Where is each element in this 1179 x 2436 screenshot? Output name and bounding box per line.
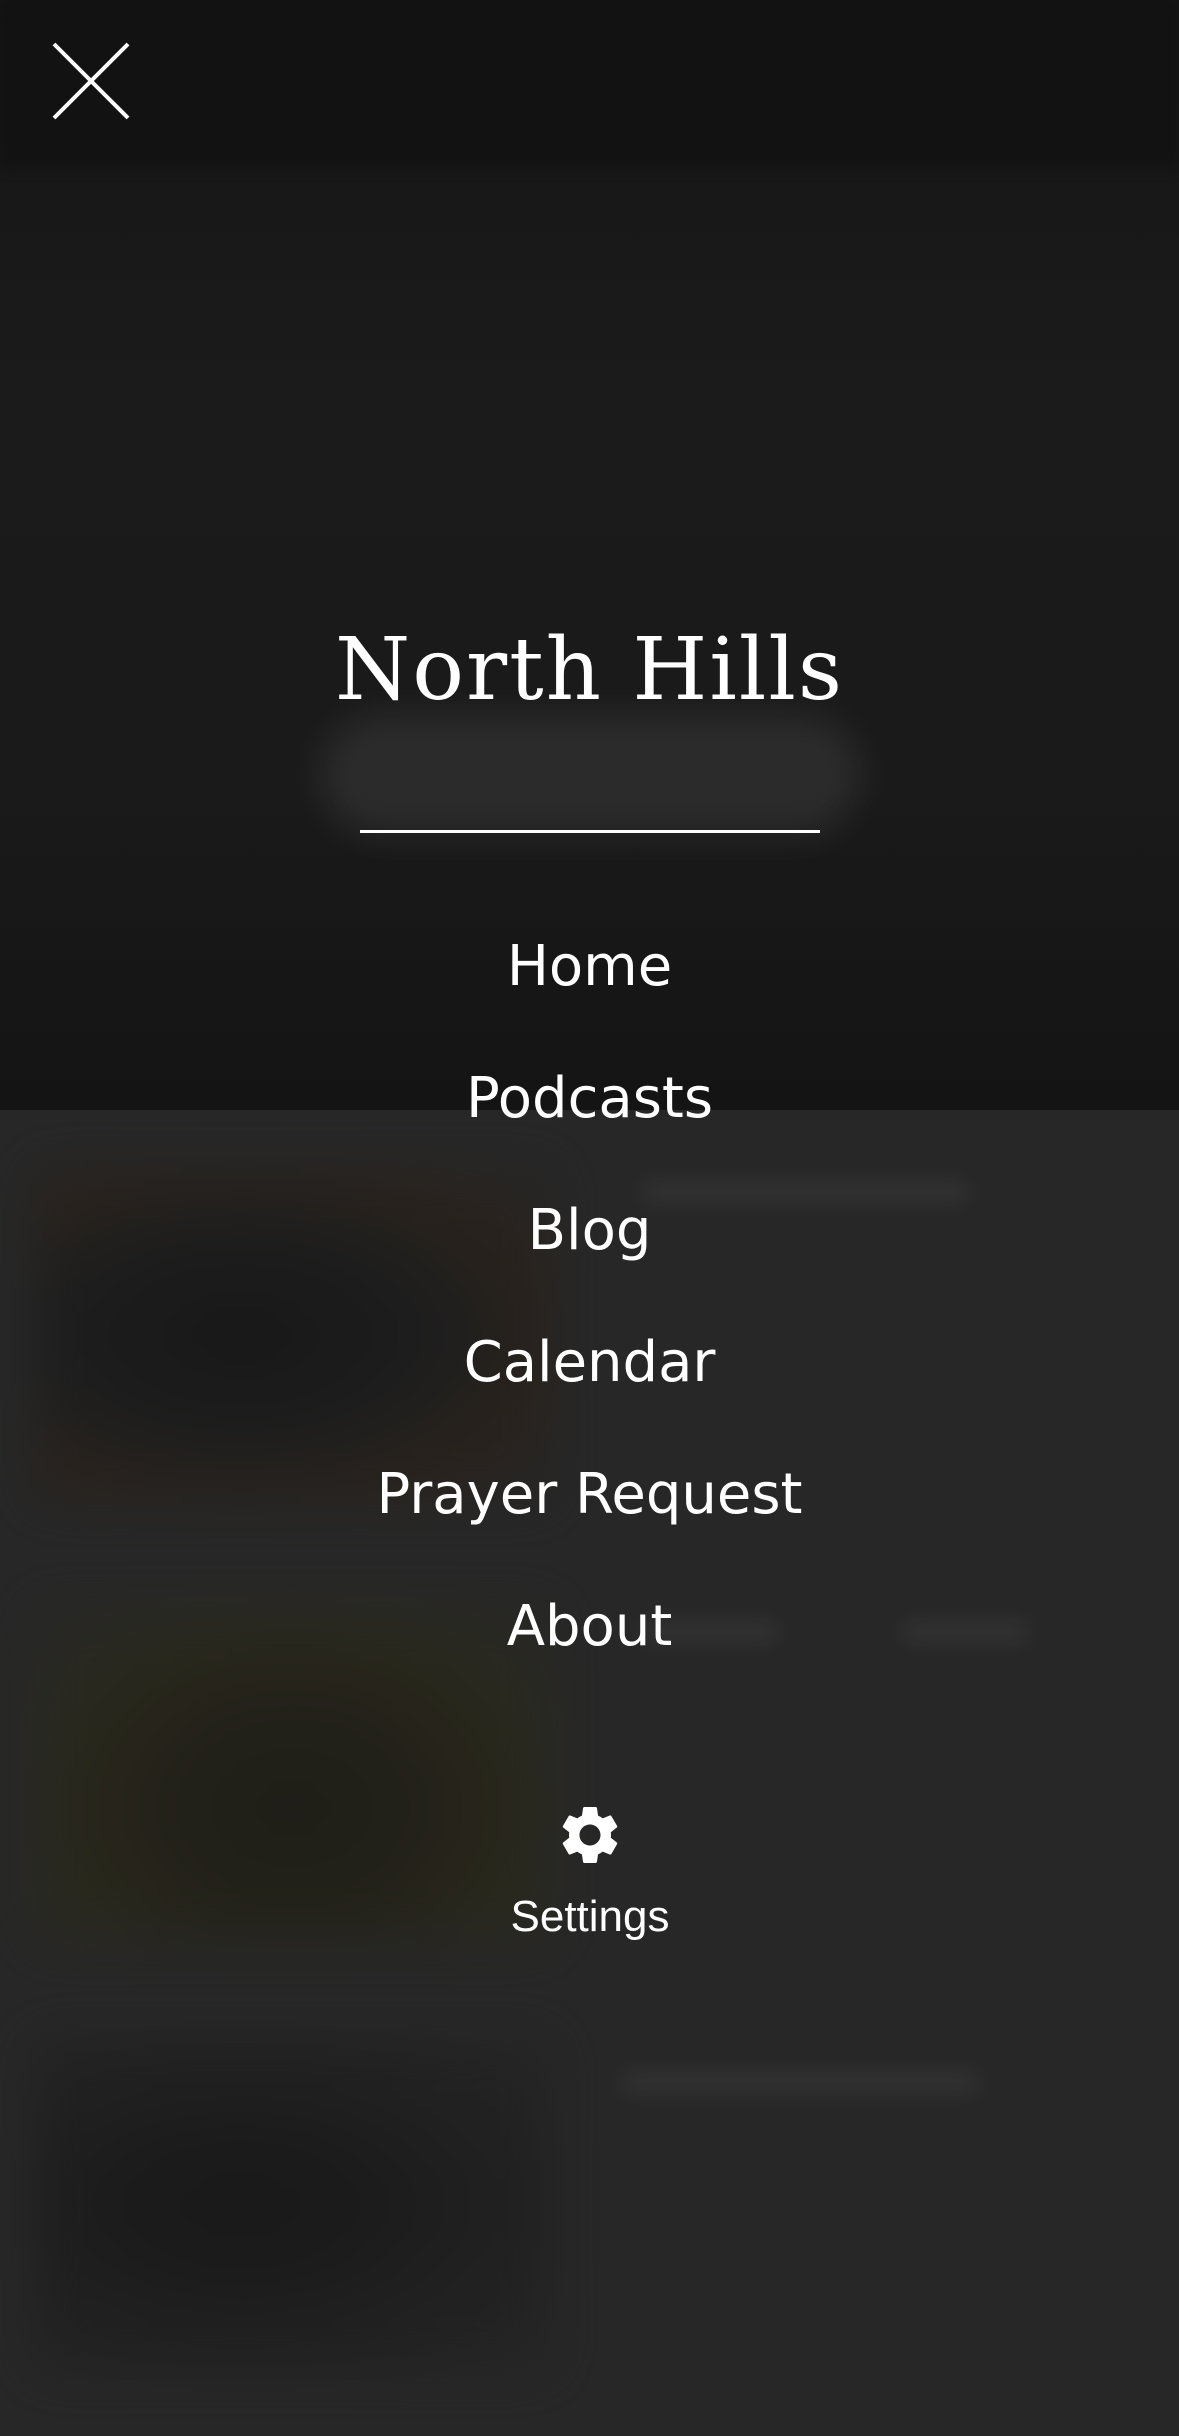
settings-label: Settings [510,1892,670,1941]
close-button[interactable] [50,40,132,122]
menu-item-about[interactable]: About [0,1560,1179,1692]
background-topbar-blurred [0,0,1179,168]
brand-title: North Hills [334,620,845,720]
brand-divider [360,830,820,833]
menu-overlay-screen: North Hills Home Podcasts Blog Calendar … [0,0,1179,2436]
background-glow [320,715,860,835]
menu-item-calendar[interactable]: Calendar [0,1296,1179,1428]
background-thumbnail [35,2040,550,2370]
menu-item-prayer-request[interactable]: Prayer Request [0,1428,1179,1560]
gear-icon [562,1807,618,1863]
settings-button[interactable]: Settings [440,1800,740,1980]
close-icon [52,42,130,120]
menu-item-blog[interactable]: Blog [0,1164,1179,1296]
background-text-blur [620,2070,980,2094]
menu-item-home[interactable]: Home [0,900,1179,1032]
menu-item-podcasts[interactable]: Podcasts [0,1032,1179,1164]
main-menu: Home Podcasts Blog Calendar Prayer Reque… [0,900,1179,1692]
